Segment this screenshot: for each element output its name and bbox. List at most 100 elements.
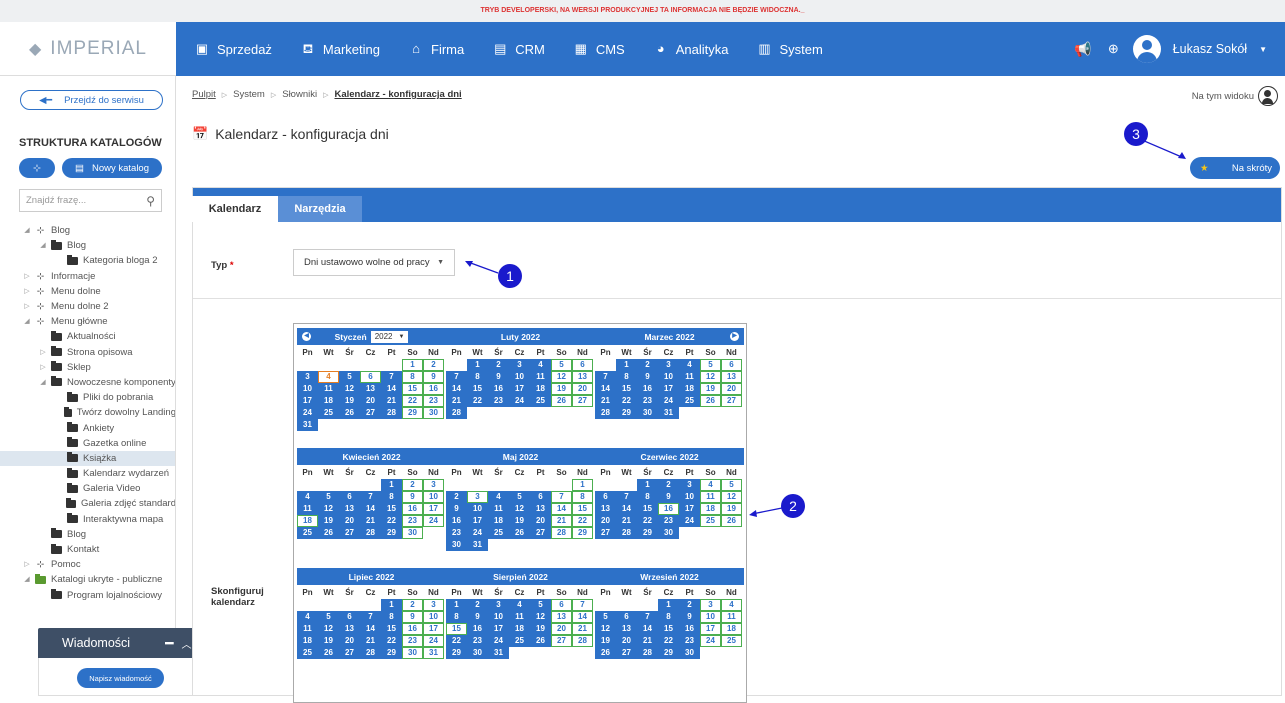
calendar-day[interactable]: 18 xyxy=(509,623,530,635)
back-to-site-button[interactable]: ◀━ Przejdź do serwisu xyxy=(20,90,163,110)
calendar-day[interactable]: 11 xyxy=(530,371,551,383)
calendar-day[interactable]: 30 xyxy=(402,527,423,539)
calendar-day[interactable]: 17 xyxy=(509,383,530,395)
calendar-day[interactable]: 30 xyxy=(402,647,423,659)
calendar-day[interactable]: 12 xyxy=(509,503,530,515)
calendar-day[interactable]: 20 xyxy=(339,515,360,527)
calendar-day[interactable]: 25 xyxy=(297,647,318,659)
calendar-day[interactable]: 4 xyxy=(530,359,551,371)
calendar-day[interactable]: 13 xyxy=(360,383,381,395)
calendar-day[interactable]: 9 xyxy=(679,611,700,623)
calendar-day[interactable]: 18 xyxy=(297,515,318,527)
calendar-day[interactable]: 7 xyxy=(637,611,658,623)
calendar-day[interactable]: 12 xyxy=(595,623,616,635)
calendar-day[interactable]: 26 xyxy=(595,647,616,659)
minimize-icon[interactable]: ━ xyxy=(165,635,173,652)
calendar-day[interactable]: 6 xyxy=(572,359,593,371)
tree-item[interactable]: Program lojalnościowy xyxy=(0,588,175,603)
calendar-day[interactable]: 19 xyxy=(530,623,551,635)
calendar-day[interactable]: 8 xyxy=(381,491,402,503)
calendar-day[interactable]: 9 xyxy=(658,491,679,503)
calendar-day[interactable]: 19 xyxy=(595,635,616,647)
tree-item[interactable]: ▷ ⊹ Menu dolne xyxy=(0,284,175,299)
collapsed-toggle-icon[interactable]: ▷ xyxy=(22,299,32,314)
calendar-day[interactable]: 22 xyxy=(446,635,467,647)
calendar-day[interactable]: 26 xyxy=(339,407,360,419)
calendar-day[interactable]: 29 xyxy=(572,527,593,539)
calendar-day[interactable]: 19 xyxy=(318,515,339,527)
tree-item[interactable]: Książka xyxy=(0,450,175,466)
calendar-day[interactable]: 8 xyxy=(446,611,467,623)
catalog-search-input[interactable]: Znajdź frazę... ⚲ xyxy=(19,189,162,212)
calendar-day[interactable]: 7 xyxy=(360,491,381,503)
calendar-day[interactable]: 3 xyxy=(488,599,509,611)
calendar-day[interactable]: 19 xyxy=(509,515,530,527)
calendar-day[interactable]: 21 xyxy=(360,635,381,647)
tree-item[interactable]: Galeria zdjęć standard xyxy=(0,496,175,511)
calendar-day[interactable]: 1 xyxy=(637,479,658,491)
calendar-day[interactable]: 6 xyxy=(339,611,360,623)
calendar-day[interactable]: 31 xyxy=(423,647,444,659)
calendar-day[interactable]: 16 xyxy=(402,503,423,515)
calendar-day[interactable]: 13 xyxy=(595,503,616,515)
calendar-day[interactable]: 2 xyxy=(423,359,444,371)
calendar-day[interactable]: 17 xyxy=(679,503,700,515)
calendar-day[interactable]: 29 xyxy=(658,647,679,659)
calendar-day[interactable]: 28 xyxy=(381,407,402,419)
collapsed-toggle-icon[interactable]: ▷ xyxy=(38,345,48,360)
calendar-day[interactable]: 17 xyxy=(700,623,721,635)
calendar-day[interactable]: 27 xyxy=(360,407,381,419)
calendar-day[interactable]: 9 xyxy=(637,371,658,383)
expanded-toggle-icon[interactable]: ◢ xyxy=(22,572,32,587)
calendar-day[interactable]: 20 xyxy=(339,635,360,647)
nav-sprzedaz[interactable]: ▣ Sprzedaż xyxy=(194,42,272,57)
calendar-day[interactable]: 3 xyxy=(423,599,444,611)
calendar-day[interactable]: 11 xyxy=(721,611,742,623)
calendar-day[interactable]: 8 xyxy=(402,371,423,383)
calendar-day[interactable]: 23 xyxy=(467,635,488,647)
calendar-day[interactable]: 8 xyxy=(658,611,679,623)
calendar-day[interactable]: 5 xyxy=(551,359,572,371)
calendar-day[interactable]: 25 xyxy=(297,527,318,539)
calendar-day[interactable]: 25 xyxy=(509,635,530,647)
tree-item[interactable]: ▷ ⊹ Menu dolne 2 xyxy=(0,299,175,314)
expanded-toggle-icon[interactable]: ◢ xyxy=(22,223,32,238)
calendar-day[interactable]: 27 xyxy=(616,647,637,659)
calendar-day[interactable]: 23 xyxy=(402,635,423,647)
calendar-day[interactable]: 28 xyxy=(360,527,381,539)
calendar-day[interactable]: 29 xyxy=(637,527,658,539)
calendar-day[interactable]: 13 xyxy=(551,611,572,623)
calendar-day[interactable]: 27 xyxy=(572,395,593,407)
calendar-day[interactable]: 17 xyxy=(423,623,444,635)
calendar-day[interactable]: 30 xyxy=(679,647,700,659)
calendar-day[interactable]: 31 xyxy=(488,647,509,659)
calendar-day[interactable]: 1 xyxy=(658,599,679,611)
calendar-day[interactable]: 7 xyxy=(446,371,467,383)
calendar-day[interactable]: 7 xyxy=(595,371,616,383)
calendar-day[interactable]: 22 xyxy=(467,395,488,407)
calendar-day[interactable]: 14 xyxy=(551,503,572,515)
calendar-day[interactable]: 4 xyxy=(297,491,318,503)
calendar-day[interactable]: 20 xyxy=(595,515,616,527)
calendar-day[interactable]: 13 xyxy=(530,503,551,515)
calendar-day[interactable]: 22 xyxy=(637,515,658,527)
calendar-day[interactable]: 4 xyxy=(721,599,742,611)
calendar-day[interactable]: 2 xyxy=(402,599,423,611)
calendar-day[interactable]: 10 xyxy=(658,371,679,383)
tree-item[interactable]: ◢ Katalogi ukryte - publiczne xyxy=(0,572,175,587)
calendar-day[interactable]: 21 xyxy=(551,515,572,527)
calendar-day[interactable]: 3 xyxy=(509,359,530,371)
tree-item[interactable]: Pliki do pobrania xyxy=(0,390,175,405)
calendar-day[interactable]: 5 xyxy=(318,491,339,503)
nav-crm[interactable]: ▤ CRM xyxy=(492,42,545,57)
calendar-day[interactable]: 15 xyxy=(446,623,467,635)
calendar-day[interactable]: 1 xyxy=(616,359,637,371)
calendar-day[interactable]: 13 xyxy=(339,503,360,515)
calendar-day[interactable]: 15 xyxy=(637,503,658,515)
calendar-day[interactable]: 16 xyxy=(658,503,679,515)
tree-item[interactable]: Ankiety xyxy=(0,420,175,435)
collapsed-toggle-icon[interactable]: ▷ xyxy=(22,269,32,284)
calendar-day[interactable]: 7 xyxy=(551,491,572,503)
calendar-day[interactable]: 4 xyxy=(700,479,721,491)
tree-item[interactable]: Kategoria bloga 2 xyxy=(0,253,175,268)
